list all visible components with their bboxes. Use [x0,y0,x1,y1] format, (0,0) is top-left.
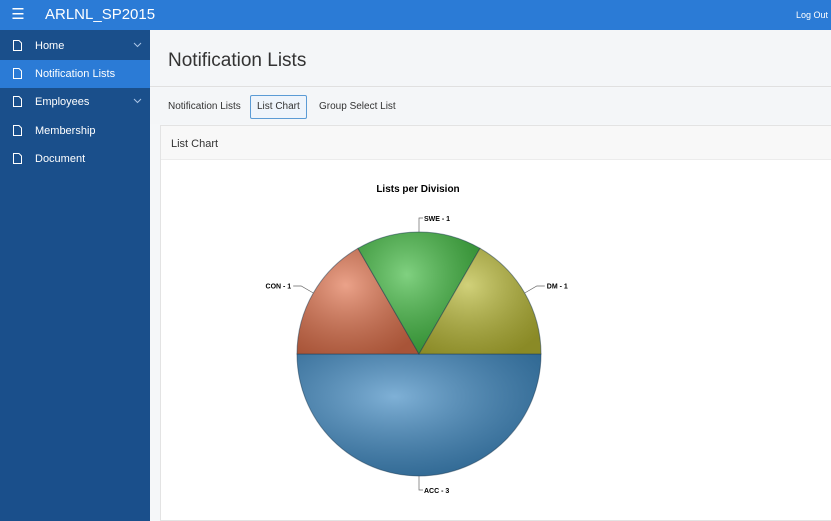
tab-list-chart[interactable]: List Chart [250,95,307,119]
sidebar-item-home[interactable]: Home [0,32,150,60]
document-icon [13,40,22,51]
chart-title: Lists per Division [376,184,459,195]
list-chart-region: List Chart Lists per Division ACC - 3 CON… [160,125,831,521]
page-header: Notification Lists [150,30,831,87]
sidebar-item-notification-lists[interactable]: Notification Lists [0,60,150,88]
label-leader-line [418,217,423,232]
sidebar-item-label: Employees [35,96,90,108]
chevron-down-icon[interactable] [133,40,142,49]
sidebar-item-label: Notification Lists [35,68,116,80]
document-icon [13,68,22,79]
pie-label-dm: DM - 1 [547,284,568,291]
tab-notification-lists[interactable]: Notification Lists [161,95,248,119]
tab-bar: Notification Lists List Chart Group Sele… [150,88,831,124]
app-title[interactable]: ARLNL_SP2015 [45,6,155,24]
hamburger-menu-icon[interactable]: ☰ [8,5,28,25]
pie-slice-shading [296,353,542,477]
label-leader-line [524,285,545,294]
label-leader-line [293,285,314,294]
main-content: Notification Lists Notification Lists Li… [150,30,831,521]
page-title: Notification Lists [168,50,307,71]
pie-chart: Lists per Division ACC - 3 CON - 1 SWE - 1… [266,184,568,495]
label-leader-line [418,476,423,491]
pie-label-acc: ACC - 3 [424,488,449,495]
sidebar-item-document[interactable]: Document [0,145,150,173]
logout-link[interactable]: Log Out [796,9,828,21]
tab-group-select-list[interactable]: Group Select List [312,95,403,119]
sidebar-item-label: Document [35,153,86,165]
pie-label-swe: SWE - 1 [424,216,450,223]
sidebar-item-label: Membership [35,125,96,137]
sidebar-item-label: Home [35,40,65,52]
pie-label-con: CON - 1 [266,284,292,291]
document-icon [13,153,22,164]
document-icon [13,125,22,136]
top-bar: ☰ ARLNL_SP2015 Log Out [0,0,831,30]
chevron-down-icon[interactable] [133,96,142,105]
document-icon [13,96,22,107]
sidebar-item-membership[interactable]: Membership [0,117,150,145]
sidebar-item-employees[interactable]: Employees [0,88,150,116]
sidebar: Home Notification Lists Employees Member… [0,30,150,521]
